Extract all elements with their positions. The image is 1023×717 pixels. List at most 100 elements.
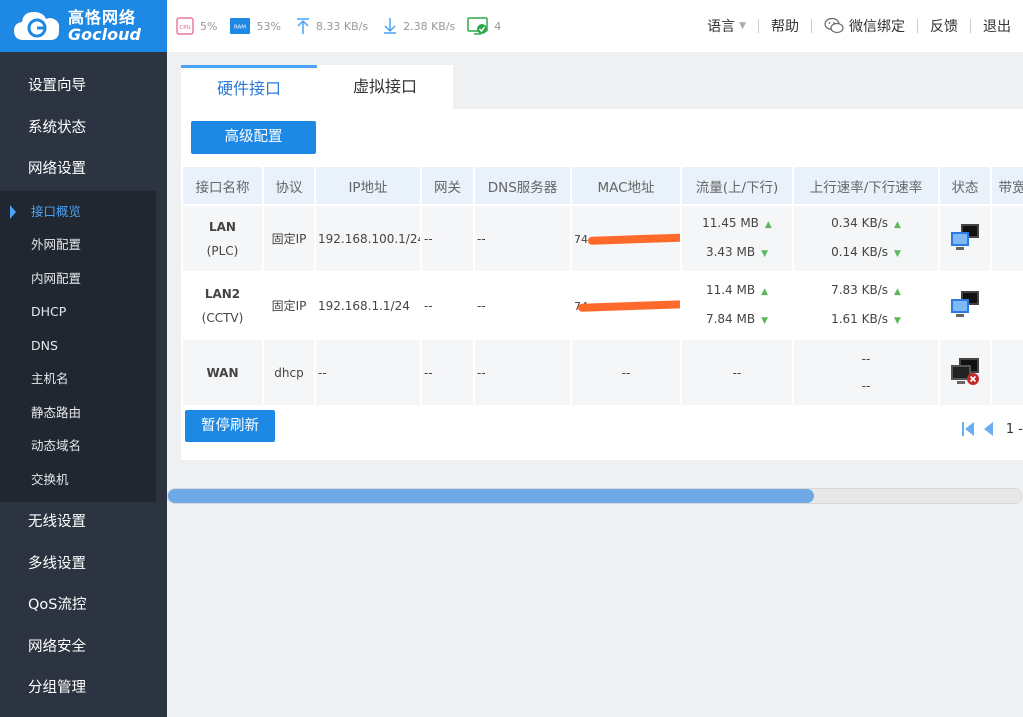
upload-stat: 8.33 KB/s	[295, 17, 368, 35]
sidebar-subitem-ddns[interactable]: 动态域名	[0, 429, 156, 463]
sidebar-item-system-status[interactable]: 系统状态	[0, 108, 167, 150]
help-link[interactable]: 帮助	[759, 16, 811, 36]
column-header: DNS服务器	[475, 167, 570, 204]
sidebar-subitem-wan-config[interactable]: 外网配置	[0, 228, 156, 262]
devices-value: 4	[494, 19, 502, 33]
sidebar-item-group-management[interactable]: 分组管理	[0, 668, 167, 710]
chevron-down-icon: ▼	[739, 21, 746, 31]
rate-cell: -- --	[794, 340, 938, 405]
logout-link[interactable]: 退出	[971, 16, 1023, 36]
sidebar-subitem-hostname[interactable]: 主机名	[0, 362, 156, 396]
page-range: 1 -	[1005, 421, 1023, 437]
arrow-down-icon: ▼	[761, 248, 769, 259]
column-header: 带宽	[992, 167, 1023, 204]
ram-icon: RAM	[229, 16, 251, 36]
download-stat: 2.38 KB/s	[382, 17, 455, 35]
traffic-up: 11.4 MB	[705, 282, 756, 297]
rate-up: --	[861, 351, 871, 366]
sidebar-subitem-dns[interactable]: DNS	[0, 329, 156, 363]
sidebar-item-setup-wizard[interactable]: 设置向导	[0, 66, 167, 108]
first-page-icon[interactable]	[960, 420, 976, 438]
network-settings-submenu: 接口概览 外网配置 内网配置 DHCP DNS 主机名 静态路由 动态域名 交换…	[0, 190, 156, 502]
cpu-icon-label: CPU	[179, 25, 190, 31]
gateway-cell: --	[422, 206, 473, 271]
interface-name: LAN2	[204, 286, 241, 301]
network-connected-icon	[948, 291, 982, 323]
table-row: LAN2 (CCTV) 固定IP 192.168.1.1/24 -- -- 74…	[183, 273, 1023, 338]
sidebar: 设置向导 系统状态 网络设置 接口概览 外网配置 内网配置 DHCP DNS 主…	[0, 52, 167, 717]
interface-name-cell: LAN2 (CCTV)	[183, 273, 262, 338]
traffic-cell: 11.4 MB ▲ 7.84 MB ▼	[682, 273, 792, 338]
gateway-cell: --	[422, 340, 473, 405]
interface-panel: 高级配置 接口名称 协议 IP地址 网关 DNS服务器 MAC地址 流量(上/下…	[181, 109, 1023, 460]
mac-redaction	[577, 300, 680, 312]
sidebar-subitem-lan-config[interactable]: 内网配置	[0, 262, 156, 296]
sidebar-subitem-static-route[interactable]: 静态路由	[0, 396, 156, 430]
rate-up: 7.83 KB/s	[831, 282, 888, 297]
network-disconnected-icon	[948, 358, 982, 390]
interface-table: 接口名称 协议 IP地址 网关 DNS服务器 MAC地址 流量(上/下行) 上行…	[181, 165, 1023, 407]
tab-virtual-interface[interactable]: 虚拟接口	[317, 65, 453, 109]
language-menu[interactable]: 语言 ▼	[695, 16, 758, 36]
table-row: WAN dhcp -- -- -- -- -- -- --	[183, 340, 1023, 405]
language-label: 语言	[707, 19, 736, 35]
table-header-row: 接口名称 协议 IP地址 网关 DNS服务器 MAC地址 流量(上/下行) 上行…	[183, 167, 1023, 204]
mac-cell: 74:	[572, 273, 680, 338]
wechat-bind-link[interactable]: 微信绑定	[812, 16, 917, 36]
sidebar-item-wireless[interactable]: 无线设置	[0, 502, 167, 544]
arrow-down-icon: ▼	[894, 248, 901, 259]
sidebar-item-multiline[interactable]: 多线设置	[0, 544, 167, 586]
arrow-up-icon: ▲	[761, 286, 769, 297]
interface-name-cell: WAN	[183, 340, 262, 405]
column-header: 状态	[940, 167, 990, 204]
mac-cell: --	[572, 340, 680, 405]
bandwidth-cell	[992, 340, 1023, 405]
table-row: LAN (PLC) 固定IP 192.168.100.1/24 -- -- 74…	[183, 206, 1023, 271]
sidebar-item-network-settings[interactable]: 网络设置	[0, 149, 167, 191]
cpu-icon: CPU	[175, 16, 195, 36]
column-header: IP地址	[316, 167, 420, 204]
sidebar-item-security[interactable]: 网络安全	[0, 627, 167, 669]
tab-hardware-interface[interactable]: 硬件接口	[181, 65, 317, 109]
feedback-link[interactable]: 反馈	[918, 16, 970, 36]
interface-name: LAN	[209, 219, 236, 234]
interface-name-cell: LAN (PLC)	[183, 206, 262, 271]
horizontal-scrollbar[interactable]	[167, 488, 1022, 504]
sidebar-subitem-dhcp[interactable]: DHCP	[0, 295, 156, 329]
column-header: MAC地址	[572, 167, 680, 204]
column-header: 上行速率/下行速率	[794, 167, 938, 204]
dns-cell: --	[475, 273, 570, 338]
status-cell	[940, 206, 990, 271]
status-cell	[940, 273, 990, 338]
prev-page-icon[interactable]	[982, 420, 994, 438]
scrollbar-thumb[interactable]	[168, 489, 814, 503]
network-connected-icon	[948, 224, 982, 256]
advanced-config-button[interactable]: 高级配置	[191, 121, 316, 154]
brand-name-cn: 高恪网络	[68, 8, 137, 27]
rate-down: 1.61 KB/s	[831, 311, 888, 326]
pause-refresh-button[interactable]: 暂停刷新	[185, 410, 275, 442]
mac-redaction	[587, 233, 680, 245]
pagination: 1 -	[960, 420, 1023, 438]
sidebar-item-qos[interactable]: QoS流控	[0, 585, 167, 627]
column-header: 流量(上/下行)	[682, 167, 792, 204]
bandwidth-cell	[992, 206, 1023, 271]
top-bar: CPU 5% RAM 53% 8.33 KB/s 2.38 KB/s 4 语言 …	[167, 0, 1023, 52]
status-cell	[940, 340, 990, 405]
sidebar-subitem-switch[interactable]: 交换机	[0, 463, 156, 497]
wechat-icon	[824, 17, 844, 35]
traffic-cell: --	[682, 340, 792, 405]
traffic-up: 11.45 MB	[702, 215, 759, 230]
download-value: 2.38 KB/s	[403, 19, 456, 33]
protocol-cell: 固定IP	[264, 273, 314, 338]
cpu-value: 5%	[200, 19, 218, 33]
brand-logo[interactable]: 高恪网络 Gocloud	[0, 0, 167, 52]
interface-alias: (CCTV)	[201, 310, 244, 325]
device-monitor-icon	[467, 16, 489, 36]
arrow-down-icon: ▼	[894, 315, 901, 326]
column-header: 接口名称	[183, 167, 262, 204]
ram-value: 53%	[256, 19, 281, 33]
protocol-cell: dhcp	[264, 340, 314, 405]
upload-arrow-icon	[295, 17, 311, 35]
sidebar-subitem-interface-overview[interactable]: 接口概览	[0, 195, 156, 229]
